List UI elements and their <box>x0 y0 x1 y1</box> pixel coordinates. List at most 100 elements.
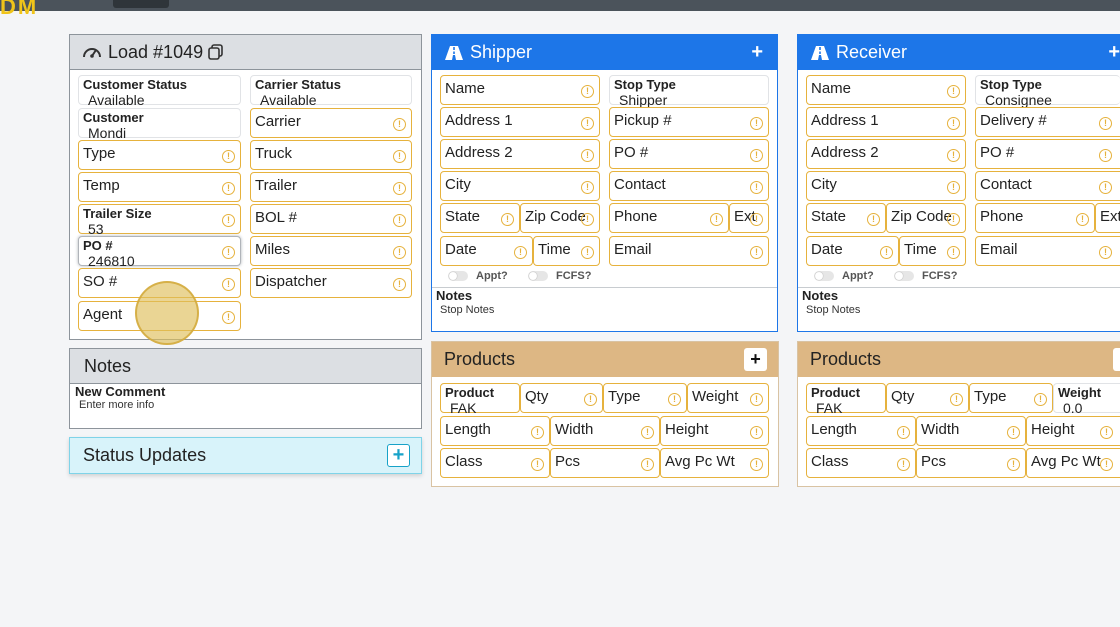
shipper-notes[interactable]: Notes Stop Notes <box>432 287 777 332</box>
shipper-city-field[interactable]: City! <box>440 171 600 201</box>
pcs-field[interactable]: Pcs! <box>550 448 660 478</box>
customer-field[interactable]: Customer Mondi <box>78 108 241 141</box>
warning-icon: ! <box>750 458 763 471</box>
shipper-contact-field[interactable]: Contact! <box>609 171 769 201</box>
carrier-status-label: Carrier Status <box>255 77 341 92</box>
type-field-product[interactable]: Type! <box>603 383 687 413</box>
bol-field[interactable]: BOL # ! <box>250 204 412 234</box>
shipper-appt-toggle[interactable]: Appt? <box>448 269 508 283</box>
truck-field[interactable]: Truck ! <box>250 140 412 170</box>
warning-icon: ! <box>581 181 594 194</box>
receiver-contact-field[interactable]: Contact! <box>975 171 1120 201</box>
shipper-stop-type-field[interactable]: Stop Type Shipper <box>609 75 769 108</box>
height-field[interactable]: Height! <box>1026 416 1120 446</box>
toggle-switch[interactable] <box>814 271 834 281</box>
avg-pc-wt-field[interactable]: Avg Pc Wt! <box>660 448 769 478</box>
receiver-time-field[interactable]: Time! <box>899 236 966 266</box>
shipper-pickup-field[interactable]: Pickup #! <box>609 107 769 137</box>
shipper-zip-field[interactable]: Zip Code! <box>520 203 600 233</box>
truck-label: Truck <box>255 145 292 162</box>
copy-icon[interactable] <box>207 43 225 61</box>
receiver-ext-field[interactable]: Ext <box>1095 203 1120 233</box>
class-field[interactable]: Class! <box>440 448 550 478</box>
receiver-notes-placeholder: Stop Notes <box>806 304 861 316</box>
receiver-phone-field[interactable]: Phone! <box>975 203 1095 233</box>
receiver-po-field[interactable]: PO #! <box>975 139 1120 169</box>
receiver-address2-field[interactable]: Address 2! <box>806 139 966 169</box>
receiver-appt-toggle[interactable]: Appt? <box>814 269 874 283</box>
shipper-po-field[interactable]: PO #! <box>609 139 769 169</box>
shipper-name-field[interactable]: Name! <box>440 75 600 105</box>
shipper-ext-field[interactable]: Ext! <box>729 203 769 233</box>
avg-pc-wt-label: Avg Pc Wt <box>665 453 735 470</box>
new-comment-field[interactable]: New Comment Enter more info <box>75 384 416 424</box>
pcs-field[interactable]: Pcs! <box>916 448 1026 478</box>
warning-icon: ! <box>584 393 597 406</box>
trailer-size-value: 53 <box>88 221 104 237</box>
height-field[interactable]: Height! <box>660 416 769 446</box>
add-receiver-button[interactable]: + <box>1108 42 1120 62</box>
po-field[interactable]: PO # 246810 ! <box>78 236 241 269</box>
warning-icon: ! <box>222 311 235 324</box>
shipper-fcfs-toggle[interactable]: FCFS? <box>528 269 591 283</box>
avg-pc-wt-field[interactable]: Avg Pc Wt! <box>1026 448 1120 478</box>
toggle-switch[interactable] <box>528 271 548 281</box>
product-field[interactable]: Product FAK <box>440 383 520 416</box>
add-status-button[interactable]: + <box>387 444 410 467</box>
width-field[interactable]: Width! <box>916 416 1026 446</box>
customer-status-field[interactable]: Customer Status Available <box>78 75 241 108</box>
receiver-zip-field[interactable]: Zip Code! <box>886 203 966 233</box>
shipper-date-field[interactable]: Date! <box>440 236 533 266</box>
carrier-field[interactable]: Carrier ! <box>250 108 412 138</box>
add-shipper-button[interactable]: + <box>751 42 763 62</box>
temp-field[interactable]: Temp ! <box>78 172 241 202</box>
receiver-stop-type-field[interactable]: Stop Type Consignee <box>975 75 1120 108</box>
warning-icon: ! <box>222 278 235 291</box>
class-field[interactable]: Class! <box>806 448 916 478</box>
new-comment-label: New Comment <box>75 384 166 399</box>
nav-button[interactable] <box>113 0 169 8</box>
receiver-email-field[interactable]: Email! <box>975 236 1120 266</box>
trailer-field[interactable]: Trailer ! <box>250 172 412 202</box>
type-field-product[interactable]: Type! <box>969 383 1053 413</box>
shipper-address1-field[interactable]: Address 1! <box>440 107 600 137</box>
agent-label: Agent <box>83 306 123 323</box>
brand-logo[interactable]: DM <box>0 0 38 20</box>
product-field[interactable]: Product FAK <box>806 383 886 416</box>
shipper-phone-field[interactable]: Phone! <box>609 203 729 233</box>
miles-field[interactable]: Miles ! <box>250 236 412 266</box>
class-label: Class <box>445 453 483 470</box>
length-field[interactable]: Length! <box>440 416 550 446</box>
receiver-name-field[interactable]: Name! <box>806 75 966 105</box>
shipper-state-field[interactable]: State! <box>440 203 520 233</box>
add-product-button[interactable]: + <box>744 348 767 371</box>
receiver-date-field[interactable]: Date! <box>806 236 899 266</box>
width-field[interactable]: Width! <box>550 416 660 446</box>
receiver-notes[interactable]: Notes Stop Notes <box>798 287 1120 332</box>
receiver-city-field[interactable]: City! <box>806 171 966 201</box>
receiver-delivery-label: Delivery # <box>980 112 1047 129</box>
weight-field[interactable]: Weight! <box>687 383 769 413</box>
shipper-email-field[interactable]: Email! <box>609 236 769 266</box>
weight-field[interactable]: Weight 0.0 <box>1053 383 1120 416</box>
receiver-fcfs-label: FCFS? <box>922 270 958 282</box>
product-type-label: Type <box>974 388 1007 405</box>
qty-field[interactable]: Qty! <box>520 383 603 413</box>
warning-icon: ! <box>501 213 514 226</box>
add-product-button[interactable]: + <box>1113 348 1120 371</box>
shipper-address2-field[interactable]: Address 2! <box>440 139 600 169</box>
dispatcher-field[interactable]: Dispatcher ! <box>250 268 412 298</box>
shipper-time-field[interactable]: Time! <box>533 236 600 266</box>
receiver-address1-field[interactable]: Address 1! <box>806 107 966 137</box>
receiver-state-field[interactable]: State! <box>806 203 886 233</box>
shipper-zip-label: Zip Code <box>525 208 586 225</box>
receiver-delivery-field[interactable]: Delivery #! <box>975 107 1120 137</box>
qty-field[interactable]: Qty! <box>886 383 969 413</box>
type-field[interactable]: Type ! <box>78 140 241 170</box>
trailer-size-field[interactable]: Trailer Size 53 ! <box>78 204 241 237</box>
toggle-switch[interactable] <box>894 271 914 281</box>
toggle-switch[interactable] <box>448 271 468 281</box>
carrier-status-field[interactable]: Carrier Status Available <box>250 75 412 108</box>
length-field[interactable]: Length! <box>806 416 916 446</box>
receiver-fcfs-toggle[interactable]: FCFS? <box>894 269 957 283</box>
